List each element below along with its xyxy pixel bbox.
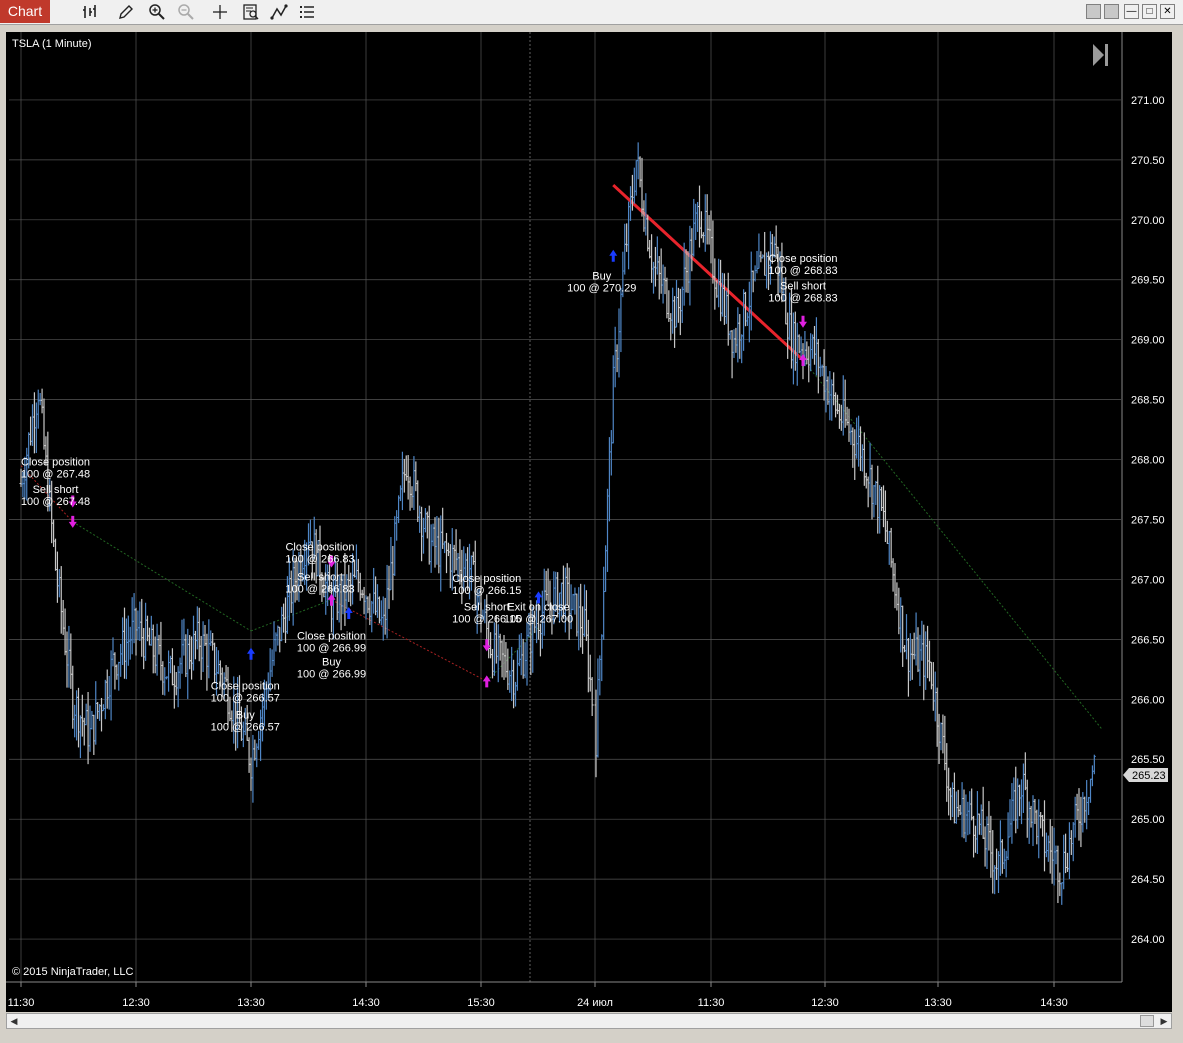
- restore-button[interactable]: [1104, 4, 1119, 19]
- annotation-value: 100 @ 270.29: [567, 283, 636, 295]
- scroll-to-end-icon[interactable]: [1093, 44, 1108, 66]
- annotation-value: 100 @ 266.99: [297, 642, 366, 654]
- x-tick-label: 15:30: [467, 997, 495, 1009]
- y-tick-label: 267.00: [1131, 574, 1165, 586]
- last-price-value: 265.23: [1132, 770, 1166, 782]
- trade-lines: [20, 183, 1103, 730]
- last-price-tag: 265.23: [1123, 768, 1168, 782]
- annotation-value: 100 @ 266.83: [285, 554, 354, 566]
- execution-arrow-icon: [609, 249, 618, 262]
- execution-arrow-icon: [482, 639, 491, 652]
- window-bottom-border: [0, 1030, 1183, 1043]
- data-box-icon[interactable]: [240, 2, 262, 22]
- annotation-value: 100 @ 267.00: [504, 614, 573, 626]
- execution-arrow-icon: [799, 315, 807, 328]
- y-tick-label: 266.00: [1131, 694, 1165, 706]
- horizontal-scrollbar[interactable]: ◀ ▶: [6, 1013, 1172, 1029]
- x-tick-label: 12:30: [122, 997, 150, 1009]
- scroll-left-icon[interactable]: ◀: [7, 1014, 21, 1028]
- copyright-label: © 2015 NinjaTrader, LLC: [12, 966, 133, 978]
- annotation-label: Buy: [592, 271, 611, 283]
- y-tick-label: 269.00: [1131, 335, 1165, 347]
- y-tick-label: 269.50: [1131, 275, 1165, 287]
- annotation-value: 100 @ 268.83: [768, 265, 837, 277]
- scroll-right-icon[interactable]: ▶: [1157, 1014, 1171, 1028]
- maximize-button[interactable]: □: [1142, 4, 1157, 19]
- grid-lines: [9, 32, 1121, 982]
- annotation-value: 100 @ 267.48: [21, 469, 90, 481]
- y-tick-label: 271.00: [1131, 95, 1165, 107]
- annotation-value: 100 @ 267.48: [21, 496, 90, 508]
- annotation-label: Close position: [21, 457, 90, 469]
- chart-panel[interactable]: Close position 100 @ 267.48 Sell short 100 …: [6, 32, 1172, 1012]
- price-bars: [19, 142, 1096, 905]
- close-button[interactable]: ✕: [1160, 4, 1175, 19]
- bar-style-icon[interactable]: [79, 2, 101, 22]
- x-tick-label: 12:30: [811, 997, 839, 1009]
- properties-icon[interactable]: [296, 2, 318, 22]
- execution-arrow-icon: [247, 647, 255, 660]
- execution-arrow-icon: [344, 606, 353, 619]
- trade-line: [802, 359, 1103, 730]
- x-tick-label: 13:30: [924, 997, 952, 1009]
- annotation-label: Sell short: [33, 484, 79, 496]
- x-tick-label: 14:30: [1040, 997, 1068, 1009]
- price-chart[interactable]: Close position100 @ 267.48Sell short100 …: [6, 32, 1172, 1012]
- y-tick-label: 270.50: [1131, 155, 1165, 167]
- annotation-label: Buy: [236, 709, 255, 721]
- scrollbar-thumb[interactable]: [1140, 1015, 1154, 1027]
- y-tick-label: 265.50: [1131, 754, 1165, 766]
- minimize-button[interactable]: —: [1124, 4, 1139, 19]
- y-tick-label: 268.00: [1131, 455, 1165, 467]
- x-tick-label: 11:30: [8, 997, 35, 1009]
- execution-arrow-icon: [68, 515, 77, 528]
- chart-tab[interactable]: Chart: [0, 0, 50, 23]
- x-tick-label: 14:30: [352, 997, 380, 1009]
- y-tick-label: 264.50: [1131, 874, 1165, 886]
- annotation-value: 100 @ 268.83: [768, 292, 837, 304]
- chart-toolbar: Chart — □ ✕: [0, 0, 1183, 25]
- x-tick-label: 11:30: [698, 997, 725, 1009]
- y-tick-label: 268.50: [1131, 395, 1165, 407]
- instrument-label: TSLA (1 Minute): [12, 38, 91, 50]
- x-tick-label: 24 июл: [577, 997, 613, 1009]
- annotation-label: Sell short: [464, 602, 510, 614]
- annotation-label: Sell short: [780, 280, 826, 292]
- annotation-label: Close position: [768, 253, 837, 265]
- annotation-value: 100 @ 266.57: [211, 721, 280, 733]
- annotation-label: Buy: [322, 657, 341, 669]
- annotation-label: Close position: [297, 630, 366, 642]
- zoom-out-icon[interactable]: [175, 2, 197, 22]
- y-tick-label: 266.50: [1131, 634, 1165, 646]
- annotation-label: Sell short: [297, 572, 343, 584]
- annotation-label: Close position: [211, 681, 280, 693]
- y-tick-label: 265.00: [1131, 814, 1165, 826]
- x-tick-label: 13:30: [237, 997, 265, 1009]
- drawing-tools-icon[interactable]: [268, 2, 290, 22]
- annotation-label: Close position: [452, 573, 521, 585]
- tile-button[interactable]: [1086, 4, 1101, 19]
- draw-icon[interactable]: [115, 2, 137, 22]
- y-tick-label: 267.50: [1131, 514, 1165, 526]
- y-tick-label: 264.00: [1131, 934, 1165, 946]
- annotation-value: 100 @ 266.57: [211, 693, 280, 705]
- trade-line: [72, 521, 252, 632]
- crosshair-icon[interactable]: [209, 2, 231, 22]
- execution-markers: [68, 249, 807, 688]
- zoom-in-icon[interactable]: [146, 2, 168, 22]
- annotation-value: 100 @ 266.15: [452, 585, 521, 597]
- annotation-value: 100 @ 266.99: [297, 669, 366, 681]
- annotation-label: Close position: [285, 542, 354, 554]
- annotation-label: Exit on close: [507, 602, 569, 614]
- annotation-value: 100 @ 266.83: [285, 584, 354, 596]
- y-tick-label: 270.00: [1131, 215, 1165, 227]
- execution-arrow-icon: [482, 675, 491, 688]
